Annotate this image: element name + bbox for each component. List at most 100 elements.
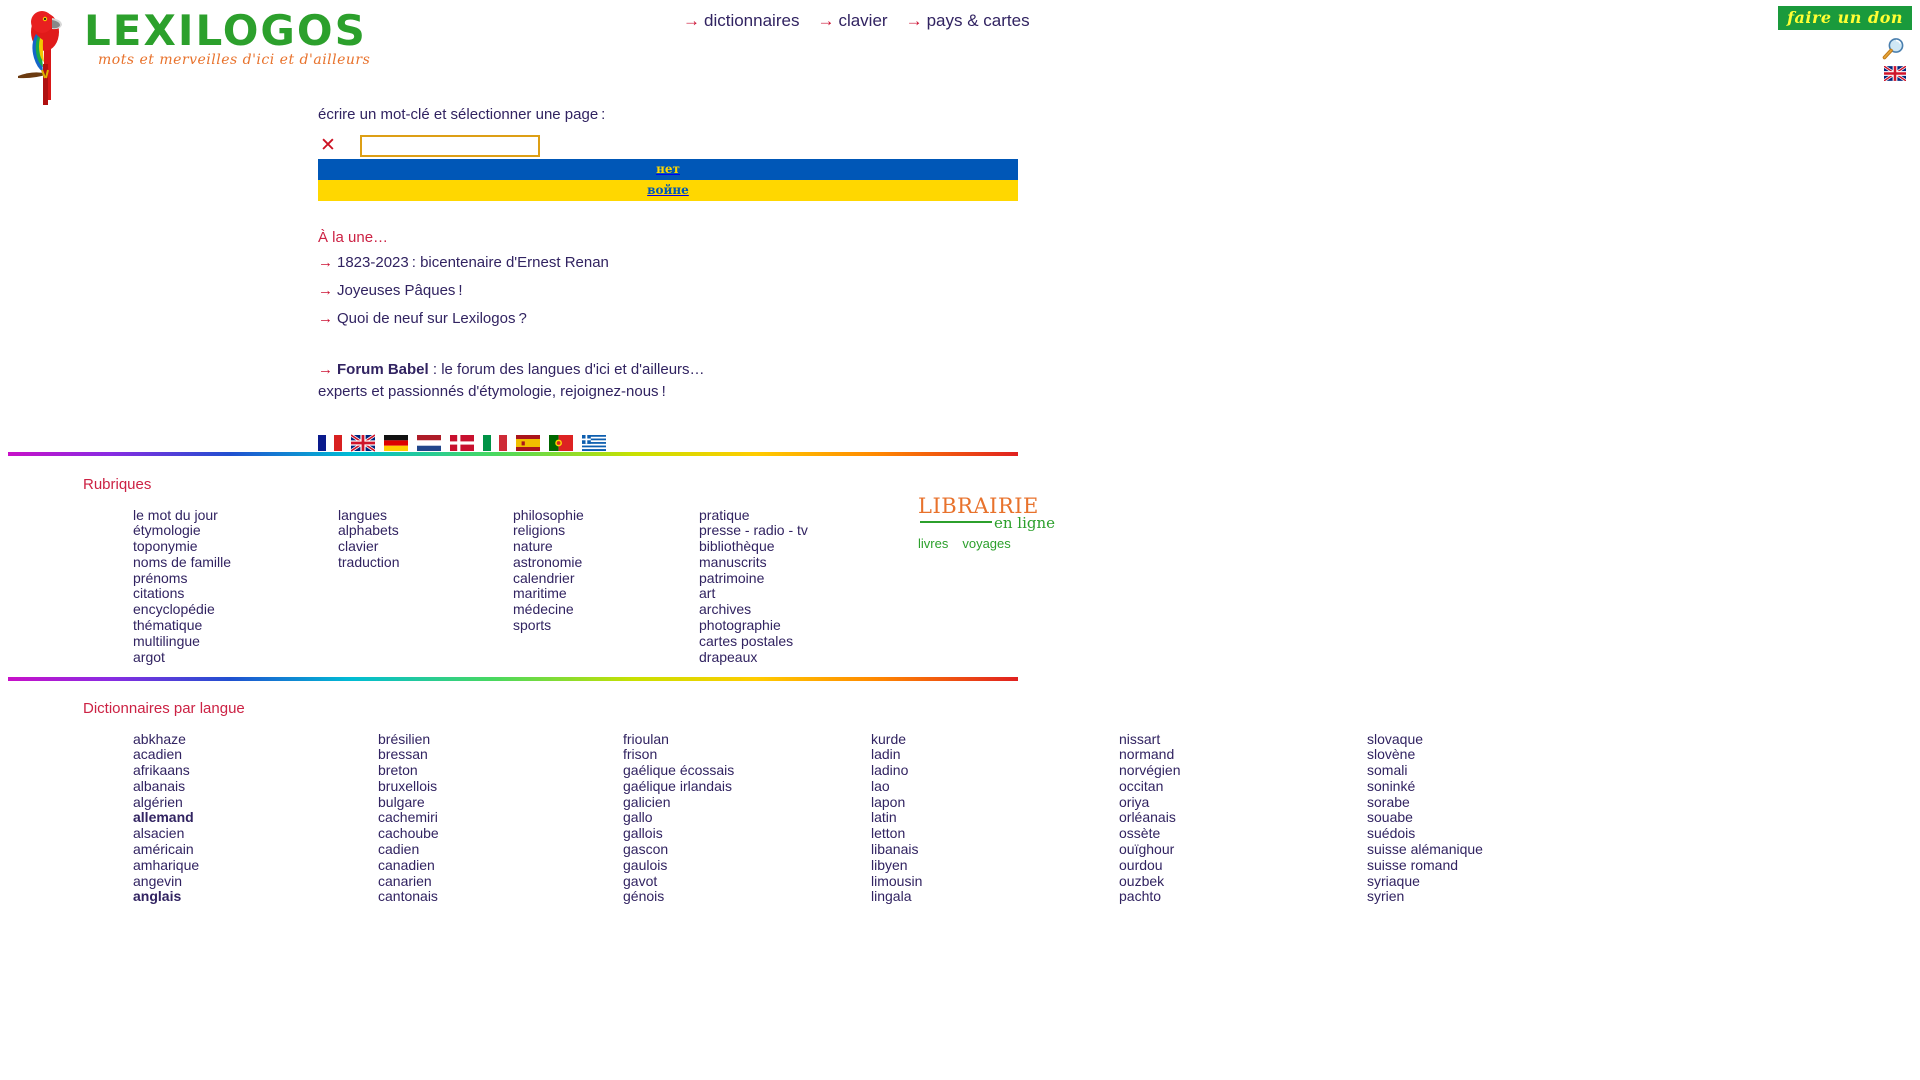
dictionnaire-link[interactable]: ouïghour [1119,842,1181,858]
dictionnaire-link[interactable]: cantonais [378,889,439,905]
dictionnaire-link[interactable]: ossète [1119,826,1181,842]
dictionnaire-link[interactable]: allemand [133,810,199,826]
dictionnaire-link[interactable]: brésilien [378,731,439,747]
dictionnaire-link[interactable]: ourdou [1119,857,1181,873]
search-icon[interactable] [1880,36,1906,62]
dictionnaire-link[interactable]: orléanais [1119,810,1181,826]
dictionnaire-link[interactable]: nissart [1119,731,1181,747]
dictionnaire-link[interactable]: norvégien [1119,763,1181,779]
nav-dictionnaires[interactable]: → dictionnaires [683,11,799,30]
dictionnaire-link[interactable]: oriya [1119,794,1181,810]
rubrique-link[interactable]: patrimoine [699,570,808,586]
rubrique-link[interactable]: citations [133,586,231,602]
rubrique-link[interactable]: calendrier [513,570,584,586]
dictionnaire-link[interactable]: suisse romand [1367,857,1483,873]
dictionnaire-link[interactable]: américain [133,842,199,858]
dictionnaire-link[interactable]: latin [871,810,922,826]
rubrique-link[interactable]: manuscrits [699,554,808,570]
rubrique-link[interactable]: bibliothèque [699,539,808,555]
dictionnaire-link[interactable]: gavot [623,873,734,889]
a-la-une-link[interactable]: 1823-2023 : bicentenaire d'Ernest Renan [337,254,609,271]
dictionnaire-link[interactable]: breton [378,763,439,779]
dictionnaire-link[interactable]: frioulan [623,731,734,747]
dictionnaire-link[interactable]: gaélique irlandais [623,778,734,794]
rubrique-link[interactable]: langues [338,507,399,523]
dictionnaire-link[interactable]: occitan [1119,778,1181,794]
dictionnaire-link[interactable]: frison [623,747,734,763]
dictionnaire-link[interactable]: syrien [1367,889,1483,905]
dictionnaire-link[interactable]: abkhaze [133,731,199,747]
greece-flag-icon[interactable] [582,434,606,452]
dictionnaire-link[interactable]: cachoube [378,826,439,842]
rubrique-link[interactable]: clavier [338,539,399,555]
dictionnaire-link[interactable]: cachemiri [378,810,439,826]
librairie-link-livres[interactable]: livres [918,536,948,551]
rubrique-link[interactable]: drapeaux [699,649,808,665]
dictionnaire-link[interactable]: angevin [133,873,199,889]
dictionnaire-link[interactable]: ladin [871,747,922,763]
dictionnaire-link[interactable]: slovaque [1367,731,1483,747]
dictionnaire-link[interactable]: gascon [623,842,734,858]
dictionnaire-link[interactable]: canarien [378,873,439,889]
ukraine-no-war-banner[interactable]: нет войне [318,159,1018,201]
dictionnaire-link[interactable]: gaulois [623,857,734,873]
italy-flag-icon[interactable] [483,434,507,452]
rubrique-link[interactable]: photographie [699,618,808,634]
rubrique-link[interactable]: archives [699,602,808,618]
rubrique-link[interactable]: le mot du jour [133,507,231,523]
dictionnaire-link[interactable]: galicien [623,794,734,810]
rubrique-link[interactable]: cartes postales [699,633,808,649]
a-la-une-link[interactable]: Quoi de neuf sur Lexilogos ? [337,310,527,327]
dictionnaire-link[interactable]: lapon [871,794,922,810]
dictionnaire-link[interactable]: normand [1119,747,1181,763]
rubrique-link[interactable]: encyclopédie [133,602,231,618]
netherlands-flag-icon[interactable] [417,434,441,452]
dictionnaire-link[interactable]: pachto [1119,889,1181,905]
dictionnaire-link[interactable]: syriaque [1367,873,1483,889]
dictionnaire-link[interactable]: afrikaans [133,763,199,779]
dictionnaire-link[interactable]: bruxellois [378,778,439,794]
rubrique-link[interactable]: religions [513,523,584,539]
nav-clavier[interactable]: → clavier [817,11,887,30]
dictionnaire-link[interactable]: suisse alémanique [1367,842,1483,858]
rubrique-link[interactable]: art [699,586,808,602]
dictionnaire-link[interactable]: ladino [871,763,922,779]
dictionnaire-link[interactable]: libanais [871,842,922,858]
dictionnaire-link[interactable]: somali [1367,763,1483,779]
rubrique-link[interactable]: presse - radio - tv [699,523,808,539]
spain-flag-icon[interactable] [516,434,540,452]
dictionnaire-link[interactable]: acadien [133,747,199,763]
site-logo[interactable]: LEXILOGOS mots et merveilles d'ici et d'… [10,4,390,109]
rubrique-link[interactable]: astronomie [513,554,584,570]
dictionnaire-link[interactable]: ouzbek [1119,873,1181,889]
dictionnaire-link[interactable]: cadien [378,842,439,858]
united-kingdom-flag-icon[interactable] [351,433,375,452]
dictionnaire-link[interactable]: letton [871,826,922,842]
dictionnaire-link[interactable]: suédois [1367,826,1483,842]
clear-icon[interactable]: ✕ [318,136,338,156]
rubrique-link[interactable]: prénoms [133,570,231,586]
dictionnaire-link[interactable]: anglais [133,889,199,905]
dictionnaire-link[interactable]: bressan [378,747,439,763]
dictionnaire-link[interactable]: canadien [378,857,439,873]
rubrique-link[interactable]: maritime [513,586,584,602]
search-input[interactable] [360,135,540,157]
rubrique-link[interactable]: sports [513,618,584,634]
dictionnaire-link[interactable]: gallois [623,826,734,842]
dictionnaire-link[interactable]: bulgare [378,794,439,810]
dictionnaire-link[interactable]: gallo [623,810,734,826]
dictionnaire-link[interactable]: libyen [871,857,922,873]
uk-flag-icon[interactable] [1884,66,1906,81]
dictionnaire-link[interactable]: souabe [1367,810,1483,826]
librairie-link-voyages[interactable]: voyages [962,536,1010,551]
rubrique-link[interactable]: argot [133,649,231,665]
rubrique-link[interactable]: noms de famille [133,554,231,570]
portugal-flag-icon[interactable] [549,434,573,452]
donate-button[interactable]: faire un don [1778,6,1912,30]
germany-flag-icon[interactable] [384,434,408,452]
rubrique-link[interactable]: pratique [699,507,808,523]
dictionnaire-link[interactable]: kurde [871,731,922,747]
dictionnaire-link[interactable]: algérien [133,794,199,810]
denmark-flag-icon[interactable] [450,434,474,452]
rubrique-link[interactable]: multilingue [133,633,231,649]
